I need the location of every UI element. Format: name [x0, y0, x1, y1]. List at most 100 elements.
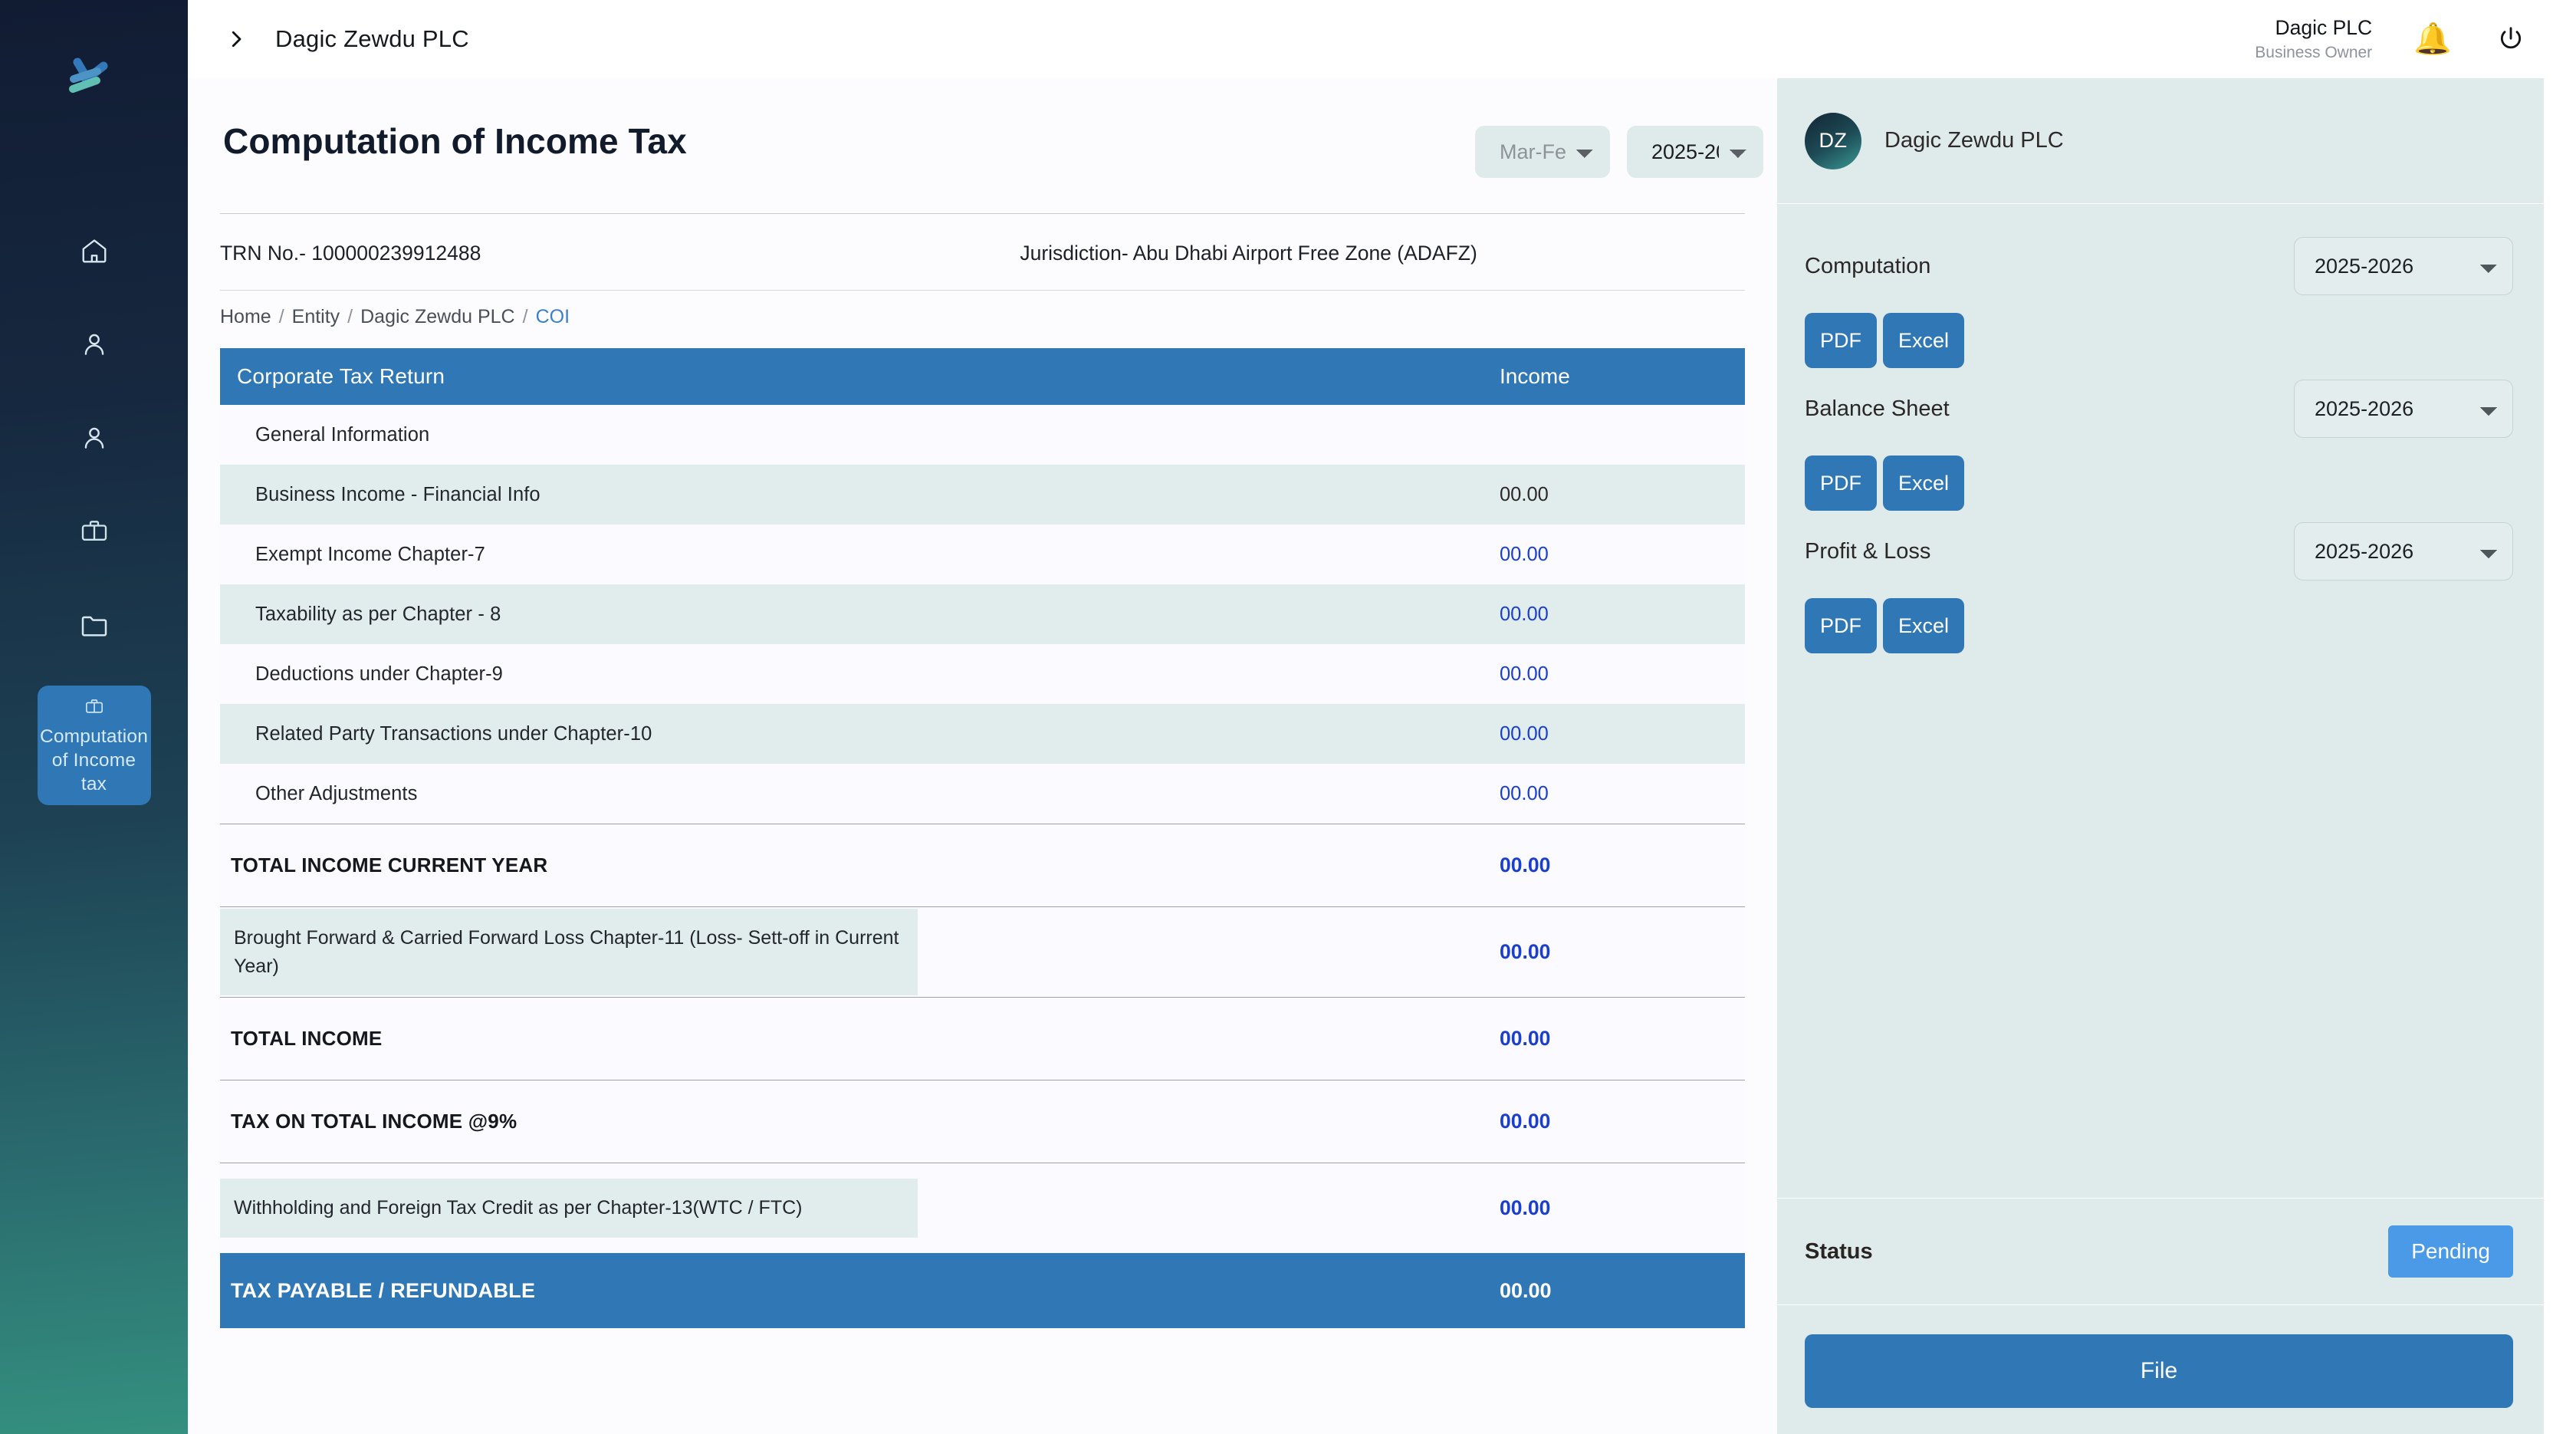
balance-sheet-year-select[interactable]: 2025-2026 — [2294, 380, 2513, 438]
row-value: 00.00 — [1500, 1110, 1551, 1133]
profit-loss-pdf-button[interactable]: PDF — [1805, 598, 1877, 653]
table-row[interactable]: Taxability as per Chapter - 8 00.00 — [220, 584, 1745, 644]
row-label: TAX ON TOTAL INCOME @9% — [231, 1110, 518, 1133]
report-group-balance-sheet: Balance Sheet 2025-2026 PDF Excel — [1805, 376, 2513, 511]
row-value: 00.00 — [1500, 1278, 1552, 1302]
group-header: Balance Sheet 2025-2026 — [1805, 376, 2513, 442]
row-value[interactable]: 00.00 — [1500, 723, 1745, 745]
page-title: Computation of Income Tax — [223, 121, 687, 161]
breadcrumb-entity[interactable]: Entity — [292, 306, 340, 328]
brought-forward-loss-row[interactable]: Brought Forward & Carried Forward Loss C… — [220, 906, 1745, 997]
download-buttons: PDF Excel — [1805, 456, 2513, 511]
computation-pdf-button[interactable]: PDF — [1805, 313, 1877, 368]
entity-card: DZ Dagic Zewdu PLC — [1777, 78, 2544, 204]
notification-bell-icon[interactable]: 🔔 — [2413, 24, 2452, 54]
table-row[interactable]: Related Party Transactions under Chapter… — [220, 704, 1745, 764]
topbar-entity-title: Dagic Zewdu PLC — [275, 25, 469, 52]
row-label: Withholding and Foreign Tax Credit as pe… — [220, 1179, 918, 1238]
breadcrumb-separator: / — [522, 306, 528, 327]
row-label: TOTAL INCOME CURRENT YEAR — [231, 853, 548, 877]
breadcrumb-separator: / — [278, 306, 284, 327]
user-icon — [84, 334, 104, 355]
page-header: Computation of Income Tax Mar-Feb 2025-2… — [188, 107, 1777, 178]
file-action: File — [1777, 1305, 2544, 1434]
sidebar-item-business[interactable] — [0, 485, 188, 578]
profit-loss-year-select[interactable]: 2025-2026 — [2294, 522, 2513, 581]
row-value: 00.00 — [1500, 1027, 1551, 1050]
entity-name: Dagic Zewdu PLC — [1884, 128, 2064, 153]
computation-year-select[interactable]: 2025-2026 — [2294, 237, 2513, 295]
sidebar-nav: Computation of Income tax — [0, 204, 188, 805]
home-icon — [82, 239, 106, 263]
table-row[interactable]: Business Income - Financial Info 00.00 — [220, 465, 1745, 525]
user-info[interactable]: Dagic PLC Business Owner — [2255, 15, 2372, 64]
user-name: Dagic PLC — [2275, 15, 2373, 39]
user-role: Business Owner — [2255, 44, 2373, 62]
briefcase-icon — [81, 521, 107, 541]
table-row[interactable]: General Information — [220, 405, 1745, 465]
status-badge[interactable]: Pending — [2388, 1225, 2513, 1278]
computation-excel-button[interactable]: Excel — [1883, 313, 1965, 368]
breadcrumb-home[interactable]: Home — [220, 306, 271, 328]
total-income-row: TOTAL INCOME 00.00 — [220, 997, 1745, 1080]
sidebar-item-documents[interactable] — [0, 578, 188, 672]
avatar: DZ — [1805, 112, 1861, 169]
power-icon — [2500, 27, 2522, 49]
topbar-right: Dagic PLC Business Owner 🔔 — [2255, 15, 2528, 64]
body-split: Computation of Income Tax Mar-Feb 2025-2… — [188, 78, 2576, 1434]
topbar: Dagic Zewdu PLC Dagic PLC Business Owner… — [188, 0, 2576, 78]
table-row[interactable]: Other Adjustments 00.00 — [220, 764, 1745, 824]
sidebar-item-computation-of-income-tax[interactable]: Computation of Income tax — [37, 686, 151, 805]
row-label: TAX PAYABLE / REFUNDABLE — [231, 1278, 536, 1302]
corporate-tax-return-table: Corporate Tax Return Income General Info… — [220, 348, 1745, 1328]
balance-sheet-pdf-button[interactable]: PDF — [1805, 456, 1877, 511]
folder-icon — [81, 616, 107, 636]
row-label: Exempt Income Chapter-7 — [255, 543, 485, 565]
row-value[interactable]: 00.00 — [1500, 604, 1745, 626]
total-income-current-year-row: TOTAL INCOME CURRENT YEAR 00.00 — [220, 824, 1745, 906]
report-group-computation: Computation 2025-2026 PDF Excel — [1805, 233, 2513, 368]
row-label: General Information — [255, 423, 430, 446]
row-value[interactable]: 00.00 — [1500, 783, 1745, 805]
briefcase-icon — [85, 699, 103, 713]
sidebar-active-label: Computation of Income tax — [39, 726, 149, 794]
row-label: Other Adjustments — [255, 782, 418, 804]
status-label: Status — [1805, 1238, 1873, 1264]
main-content: Computation of Income Tax Mar-Feb 2025-2… — [188, 78, 1777, 1434]
group-header: Computation 2025-2026 — [1805, 233, 2513, 299]
row-value[interactable]: 00.00 — [1500, 663, 1745, 686]
breadcrumb-separator: / — [347, 306, 353, 327]
row-value[interactable]: 00.00 — [1500, 544, 1745, 566]
sidebar: Computation of Income tax — [0, 0, 188, 1434]
logout-button[interactable] — [2493, 21, 2528, 57]
stage: Dagic Zewdu PLC Dagic PLC Business Owner… — [188, 0, 2576, 1434]
profit-loss-excel-button[interactable]: Excel — [1883, 598, 1965, 653]
breadcrumb-company[interactable]: Dagic Zewdu PLC — [360, 306, 514, 328]
table-row[interactable]: Exempt Income Chapter-7 00.00 — [220, 525, 1745, 584]
row-value: 00.00 — [1500, 940, 1551, 963]
group-label: Balance Sheet — [1805, 396, 1950, 421]
balance-sheet-excel-button[interactable]: Excel — [1883, 456, 1965, 511]
row-label: Taxability as per Chapter - 8 — [255, 603, 501, 625]
sidebar-expand-button[interactable] — [220, 23, 252, 55]
table-row[interactable]: Deductions under Chapter-9 00.00 — [220, 644, 1745, 704]
year-select[interactable]: 2025-2026 — [1627, 126, 1763, 178]
group-header: Profit & Loss 2025-2026 — [1805, 518, 2513, 584]
breadcrumb-current[interactable]: COI — [536, 306, 570, 328]
table-header: Corporate Tax Return Income — [220, 348, 1745, 405]
group-label: Profit & Loss — [1805, 538, 1931, 564]
sidebar-item-home[interactable] — [0, 204, 188, 298]
row-label: Business Income - Financial Info — [255, 483, 540, 505]
download-buttons: PDF Excel — [1805, 598, 2513, 653]
status-row: Status Pending — [1777, 1198, 2544, 1305]
report-group-profit-loss: Profit & Loss 2025-2026 PDF Excel — [1805, 518, 2513, 653]
period-select[interactable]: Mar-Feb — [1475, 126, 1610, 178]
app-logo-icon — [52, 40, 136, 124]
sidebar-item-profile[interactable] — [0, 391, 188, 485]
file-button[interactable]: File — [1805, 1334, 2513, 1408]
column-header-income: Income — [1500, 364, 1570, 388]
sidebar-item-user[interactable] — [0, 298, 188, 391]
tax-on-total-income-row: TAX ON TOTAL INCOME @9% 00.00 — [220, 1080, 1745, 1163]
column-header-label: Corporate Tax Return — [237, 364, 445, 388]
withholding-credit-row[interactable]: Withholding and Foreign Tax Credit as pe… — [220, 1163, 1745, 1253]
